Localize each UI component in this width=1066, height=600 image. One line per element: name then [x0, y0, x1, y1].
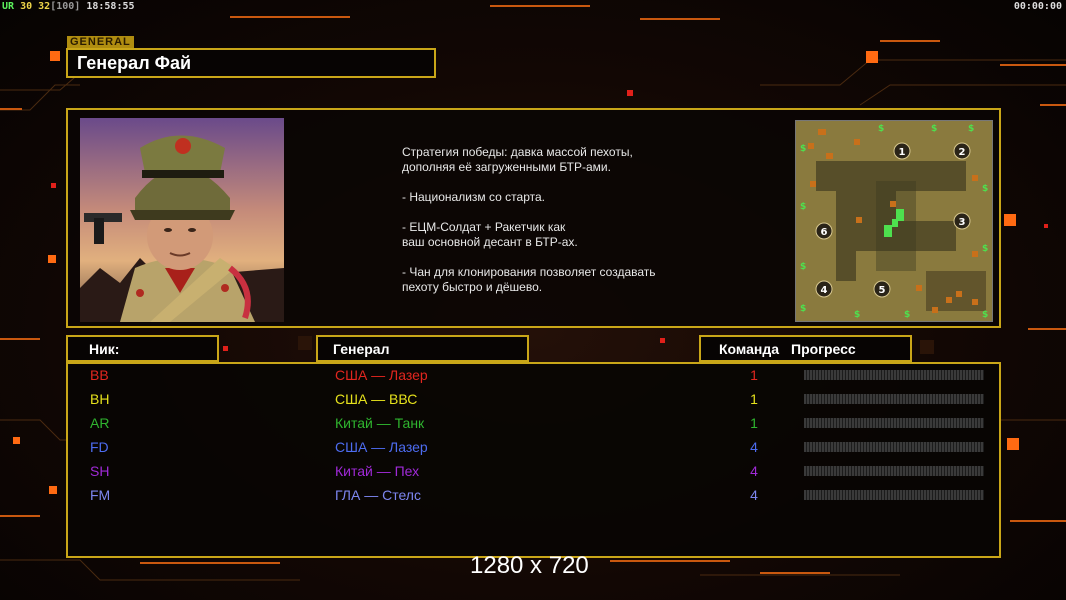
player-general: США — ВВС — [335, 391, 418, 407]
player-progress-bar — [804, 370, 984, 380]
svg-text:$: $ — [982, 310, 988, 320]
player-progress-bar — [804, 394, 984, 404]
players-table: BB США — Лазер 1 BH США — ВВС 1 AR Китай — Танк… — [66, 362, 1001, 558]
spawn-6: 6 — [821, 227, 828, 238]
game-timer: 00:00:00 — [1013, 1, 1062, 12]
player-general: ГЛА — Стелс — [335, 487, 421, 503]
player-nick: AR — [90, 415, 110, 431]
player-team: 4 — [750, 463, 758, 479]
general-description: Стратегия победы: давка массой пехоты, д… — [402, 145, 656, 294]
general-info-panel: Стратегия победы: давка массой пехоты, д… — [66, 108, 1001, 328]
player-progress-bar — [804, 466, 984, 476]
player-general: Китай — Танк — [335, 415, 425, 431]
player-general: США — Лазер — [335, 439, 428, 455]
spawn-2: 2 — [959, 147, 966, 158]
svg-text:$: $ — [904, 310, 910, 320]
spawn-3: 3 — [959, 217, 966, 228]
player-progress-bar — [804, 418, 984, 428]
minimap[interactable]: 1 2 3 4 5 6 $ $ $ $ $ $ $ $ $ $ $ $ — [795, 120, 993, 322]
svg-text:$: $ — [982, 244, 988, 254]
player-nick: FM — [90, 487, 111, 503]
player-general: Китай — Пех — [335, 463, 420, 479]
general-header: Генерал — [316, 335, 529, 362]
table-row: FD США — Лазер 4 — [68, 436, 999, 458]
general-portrait — [80, 118, 284, 322]
team-header: Команда — [719, 341, 779, 357]
svg-text:$: $ — [800, 144, 806, 154]
general-tag: GENERAL — [67, 36, 134, 48]
svg-text:$: $ — [854, 310, 860, 320]
svg-text:$: $ — [931, 124, 937, 134]
player-team: 4 — [750, 439, 758, 455]
spawn-5: 5 — [879, 285, 886, 296]
player-nick: BB — [90, 367, 109, 383]
fps-clock-readout: UR 30 32[100] 18:58:55 — [2, 1, 135, 12]
table-row: BH США — ВВС 1 — [68, 388, 999, 410]
player-general: США — Лазер — [335, 367, 428, 383]
svg-text:$: $ — [968, 124, 974, 134]
player-team: 1 — [750, 415, 758, 431]
table-row: BB США — Лазер 1 — [68, 364, 999, 386]
player-nick: FD — [90, 439, 109, 455]
table-row: SH Китай — Пех 4 — [68, 460, 999, 482]
player-nick: SH — [90, 463, 110, 479]
player-progress-bar — [804, 442, 984, 452]
team-progress-header: Команда Прогресс — [699, 335, 912, 362]
spawn-4: 4 — [821, 285, 828, 296]
nick-header: Ник: — [66, 335, 219, 362]
player-nick: BH — [90, 391, 110, 407]
svg-text:$: $ — [982, 184, 988, 194]
table-row: AR Китай — Танк 1 — [68, 412, 999, 434]
svg-text:$: $ — [800, 304, 806, 314]
general-name-box: Генерал Фай — [66, 48, 436, 78]
player-team: 4 — [750, 487, 758, 503]
progress-header: Прогресс — [791, 341, 856, 357]
player-progress-bar — [804, 490, 984, 500]
svg-text:$: $ — [878, 124, 884, 134]
general-name: Генерал Фай — [77, 53, 192, 73]
table-row: FM ГЛА — Стелс 4 — [68, 484, 999, 506]
spawn-1: 1 — [899, 147, 906, 158]
resolution-label: 1280 x 720 — [470, 552, 589, 579]
svg-text:$: $ — [800, 262, 806, 272]
player-team: 1 — [750, 391, 758, 407]
svg-text:$: $ — [800, 202, 806, 212]
player-team: 1 — [750, 367, 758, 383]
